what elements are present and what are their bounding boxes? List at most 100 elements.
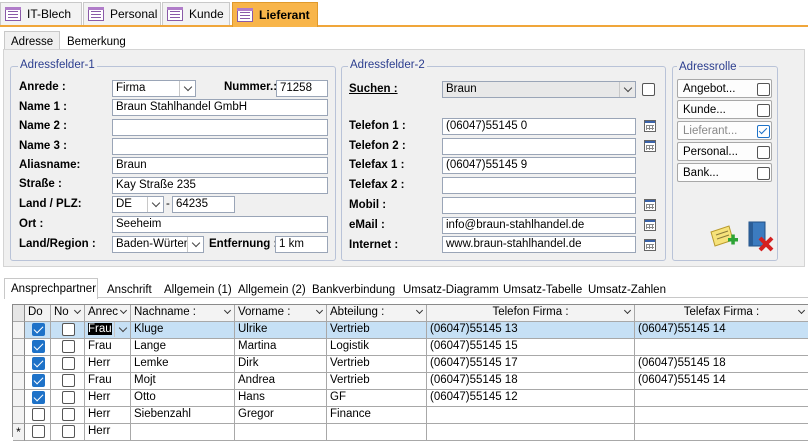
cell-anrede[interactable]: Frau (85, 373, 131, 390)
land-combo[interactable]: DE (112, 196, 164, 213)
email-field[interactable]: info@braun-stahlhandel.de (442, 217, 636, 234)
grid-corner[interactable] (13, 305, 25, 322)
chevron-down-icon[interactable] (179, 81, 195, 96)
role-bank-checkbox[interactable] (757, 167, 770, 180)
delete-book-icon[interactable] (745, 220, 775, 252)
row-do-checkbox[interactable] (32, 323, 45, 336)
cell-nachname[interactable]: Mojt (131, 373, 235, 390)
col-header-vorname[interactable]: Vorname : (235, 305, 327, 322)
ort-field[interactable]: Seeheim (112, 216, 328, 233)
chevron-down-icon[interactable] (619, 82, 635, 97)
role-personal-button[interactable]: Personal... (677, 142, 772, 161)
cell-telefax[interactable] (635, 407, 808, 424)
cell-telefax[interactable] (635, 339, 808, 356)
cell-abteilung[interactable]: Logistik (327, 339, 427, 356)
internet-field[interactable]: www.braun-stahlhandel.de (442, 236, 636, 253)
aliasname-field[interactable]: Braun (112, 157, 328, 174)
chevron-down-icon[interactable] (147, 197, 163, 212)
chevron-down-icon[interactable] (415, 306, 424, 315)
role-lieferant-checkbox[interactable] (757, 125, 770, 138)
strasse-field[interactable]: Kay Straße 235 (112, 177, 328, 194)
region-combo[interactable]: Baden-Würtem (112, 236, 204, 253)
calendar-icon[interactable] (644, 120, 656, 132)
col-header-abteilung[interactable]: Abteilung : (327, 305, 427, 322)
role-personal-checkbox[interactable] (757, 146, 770, 159)
cell-vorname[interactable]: Martina (235, 339, 327, 356)
cell-telefon[interactable]: (06047)55145 12 (427, 390, 635, 407)
row-do-checkbox[interactable] (32, 391, 45, 404)
cell-abteilung[interactable] (327, 424, 427, 441)
telefax2-field[interactable] (442, 177, 636, 194)
cell-anrede[interactable]: Herr (85, 356, 131, 373)
cell-vorname[interactable]: Ulrike (235, 322, 327, 339)
calendar-icon[interactable] (644, 219, 656, 231)
cell-telefon[interactable]: (06047)55145 18 (427, 373, 635, 390)
cell-telefax[interactable] (635, 424, 808, 441)
nummer-field[interactable]: 71258 (276, 80, 328, 97)
col-header-telefax[interactable]: Telefax Firma : (635, 305, 808, 322)
cell-vorname[interactable] (235, 424, 327, 441)
chevron-down-icon[interactable] (187, 237, 203, 252)
cell-telefax[interactable]: (06047)55145 14 (635, 373, 808, 390)
cell-vorname[interactable]: Gregor (235, 407, 327, 424)
entfernung-field[interactable]: 1 km (275, 236, 328, 253)
doc-tab-it-blech[interactable]: IT-Blech (0, 2, 82, 25)
tab-umsatz-tabelle[interactable]: Umsatz-Tabelle (497, 280, 588, 300)
chevron-down-icon[interactable] (315, 306, 324, 315)
col-header-nachname[interactable]: Nachname : (131, 305, 235, 322)
tab-bankverbindung[interactable]: Bankverbindung (306, 280, 401, 300)
cell-nachname[interactable]: Lemke (131, 356, 235, 373)
cell-telefon[interactable]: (06047)55145 13 (427, 322, 635, 339)
doc-tab-kunde[interactable]: Kunde (162, 2, 230, 25)
suchen-combo[interactable]: Braun (442, 81, 636, 98)
row-no-checkbox[interactable] (62, 374, 75, 387)
telefon1-field[interactable]: (06047)55145 0 (442, 118, 636, 135)
role-lieferant-button[interactable]: Lieferant... (677, 121, 772, 140)
cell-abteilung[interactable]: Vertrieb (327, 373, 427, 390)
row-selector[interactable] (13, 407, 25, 424)
new-note-icon[interactable] (709, 222, 739, 250)
row-no-checkbox[interactable] (62, 357, 75, 370)
cell-telefon[interactable] (427, 407, 635, 424)
row-do-checkbox[interactable] (32, 425, 45, 438)
name2-field[interactable] (112, 119, 328, 136)
row-no-checkbox[interactable] (62, 323, 75, 336)
cell-abteilung[interactable]: GF (327, 390, 427, 407)
mobil-field[interactable] (442, 197, 636, 214)
cell-anrede[interactable]: Frau (85, 322, 131, 339)
cell-nachname[interactable] (131, 424, 235, 441)
chevron-down-icon[interactable] (73, 306, 82, 315)
cell-vorname[interactable]: Hans (235, 390, 327, 407)
new-record-marker[interactable]: * (13, 424, 25, 441)
role-kunde-button[interactable]: Kunde... (677, 100, 772, 119)
cell-telefon[interactable]: (06047)55145 17 (427, 356, 635, 373)
cell-anrede[interactable]: Herr (85, 407, 131, 424)
name1-field[interactable]: Braun Stahlhandel GmbH (112, 99, 328, 116)
tab-allgemein-1[interactable]: Allgemein (1) (158, 280, 238, 300)
chevron-down-icon[interactable] (114, 322, 130, 337)
cell-abteilung[interactable]: Finance (327, 407, 427, 424)
col-header-telefon[interactable]: Telefon Firma : (427, 305, 635, 322)
cell-abteilung[interactable]: Vertrieb (327, 356, 427, 373)
cell-telefax[interactable]: (06047)55145 18 (635, 356, 808, 373)
cell-anrede[interactable]: Herr (85, 390, 131, 407)
chevron-down-icon[interactable] (119, 306, 128, 315)
calendar-icon[interactable] (644, 239, 656, 251)
row-selector[interactable] (13, 339, 25, 356)
cell-anrede[interactable]: Herr (85, 424, 131, 441)
chevron-down-icon[interactable] (623, 306, 632, 315)
row-do-checkbox[interactable] (32, 357, 45, 370)
cell-telefon[interactable] (427, 424, 635, 441)
row-do-checkbox[interactable] (32, 340, 45, 353)
role-angebot-button[interactable]: Angebot... (677, 79, 772, 98)
name3-field[interactable] (112, 138, 328, 155)
tab-adresse[interactable]: Adresse (4, 31, 60, 51)
role-bank-button[interactable]: Bank... (677, 163, 772, 182)
col-header-no[interactable]: No (51, 305, 85, 322)
cell-telefax[interactable] (635, 390, 808, 407)
anrede-combo[interactable]: Firma (112, 80, 196, 97)
cell-telefon[interactable]: (06047)55145 15 (427, 339, 635, 356)
row-selector[interactable] (13, 390, 25, 407)
row-selector[interactable] (13, 356, 25, 373)
cell-anrede[interactable]: Frau (85, 339, 131, 356)
